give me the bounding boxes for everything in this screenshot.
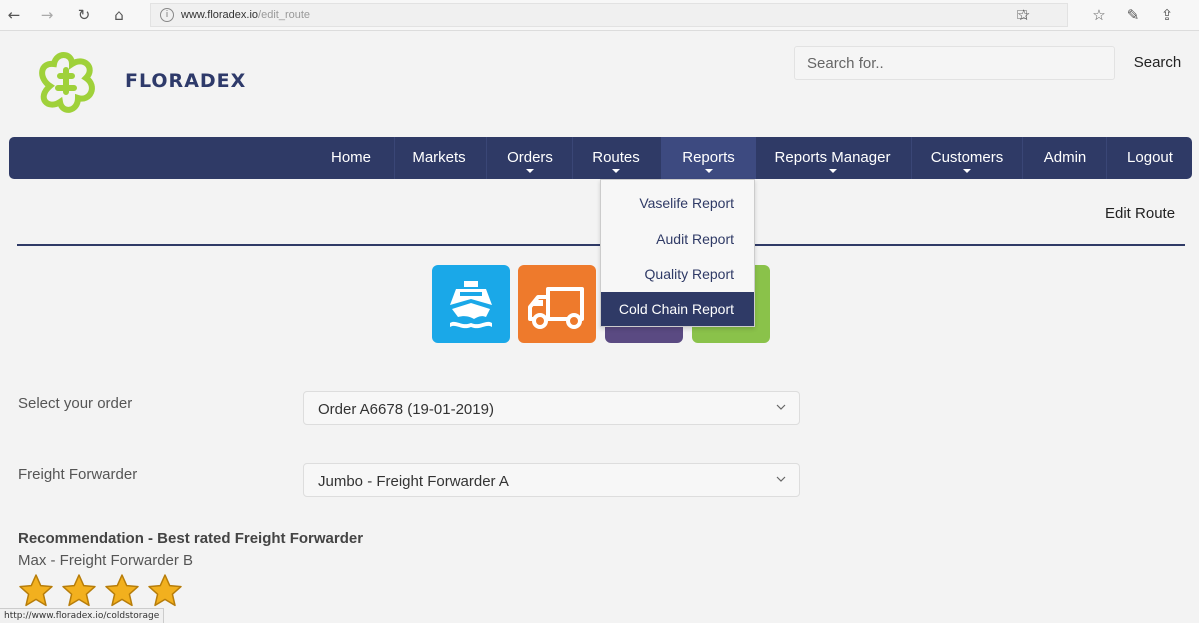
caret-down-icon: [526, 169, 534, 173]
back-icon[interactable]: ←: [3, 4, 25, 26]
nav-reports-manager[interactable]: Reports Manager: [766, 137, 899, 179]
truck-icon: [528, 287, 584, 329]
nav-routes[interactable]: Routes: [581, 137, 651, 179]
reports-dropdown: Vaselife Report Audit Report Quality Rep…: [600, 179, 755, 327]
search-input[interactable]: [794, 46, 1115, 80]
nav-routes-label: Routes: [592, 149, 640, 166]
menu-item-quality-report[interactable]: Quality Report: [601, 257, 754, 291]
pen-icon[interactable]: ✎: [1122, 4, 1144, 26]
share-icon[interactable]: ⇪: [1156, 4, 1178, 26]
nav-reports-label: Reports: [682, 149, 735, 166]
nav-divider: [394, 137, 395, 179]
main-navbar: Home Markets Orders Routes Reports Repor…: [9, 137, 1192, 179]
order-select-value: Order A6678 (19-01-2019): [318, 401, 494, 418]
floradex-logo[interactable]: [30, 48, 105, 123]
nav-logout[interactable]: Logout: [1116, 137, 1184, 179]
url-text: www.floradex.io/edit_route: [181, 9, 311, 21]
recommendation-title: Recommendation - Best rated Freight Forw…: [18, 530, 364, 547]
forwarder-label: Freight Forwarder: [18, 466, 138, 483]
nav-markets[interactable]: Markets: [404, 137, 474, 179]
chevron-down-icon: [776, 476, 786, 482]
nav-divider: [1106, 137, 1107, 179]
nav-reports-manager-label: Reports Manager: [774, 149, 891, 166]
nav-divider: [486, 137, 487, 179]
caret-down-icon: [704, 169, 713, 173]
nav-divider: [911, 137, 912, 179]
caret-down-icon: [828, 169, 837, 173]
menu-item-audit-report[interactable]: Audit Report: [601, 222, 754, 256]
favorites-icon[interactable]: ☆: [1088, 4, 1110, 26]
forwarder-select-value: Jumbo - Freight Forwarder A: [318, 473, 509, 490]
forward-icon[interactable]: →: [36, 4, 58, 26]
page-title: Edit Route: [1105, 205, 1176, 222]
refresh-icon[interactable]: ↻: [73, 4, 95, 26]
nav-home[interactable]: Home: [318, 137, 384, 179]
ship-tile[interactable]: [432, 265, 510, 343]
address-bar[interactable]: i www.floradex.io/edit_route ☆: [150, 3, 1068, 27]
nav-customers-label: Customers: [930, 149, 1004, 166]
search-button[interactable]: Search: [1120, 46, 1195, 80]
recommended-forwarder: Max - Freight Forwarder B: [18, 552, 194, 569]
order-label: Select your order: [18, 395, 133, 412]
order-select[interactable]: Order A6678 (19-01-2019): [303, 391, 800, 425]
star-icon: [105, 574, 139, 607]
nav-orders[interactable]: Orders: [495, 137, 565, 179]
menu-item-vaselife-report[interactable]: Vaselife Report: [601, 186, 754, 220]
favorite-star-icon[interactable]: ☆: [1017, 6, 1053, 42]
star-icon: [19, 574, 53, 607]
caret-down-icon: [963, 169, 971, 173]
nav-divider: [572, 137, 573, 179]
brand-name: FLORADEX: [125, 70, 247, 92]
nav-reports[interactable]: Reports: [661, 137, 756, 179]
truck-tile[interactable]: [518, 265, 596, 343]
caret-down-icon: [612, 169, 620, 173]
nav-admin[interactable]: Admin: [1034, 137, 1096, 179]
home-icon[interactable]: ⌂: [108, 4, 130, 26]
chevron-down-icon: [776, 404, 786, 410]
nav-divider: [1022, 137, 1023, 179]
status-bar-link: http://www.floradex.io/coldstorage: [0, 608, 165, 623]
star-icon: [148, 574, 182, 607]
nav-customers[interactable]: Customers: [923, 137, 1011, 179]
info-icon[interactable]: i: [160, 8, 174, 22]
nav-orders-label: Orders: [507, 149, 553, 166]
browser-toolbar: ← → ↻ ⌂ i www.floradex.io/edit_route ☆ ☆…: [0, 0, 1199, 31]
star-icon: [62, 574, 96, 607]
forwarder-select[interactable]: Jumbo - Freight Forwarder A: [303, 463, 800, 497]
ship-icon: [450, 281, 492, 329]
menu-item-cold-chain-report[interactable]: Cold Chain Report: [601, 292, 754, 326]
